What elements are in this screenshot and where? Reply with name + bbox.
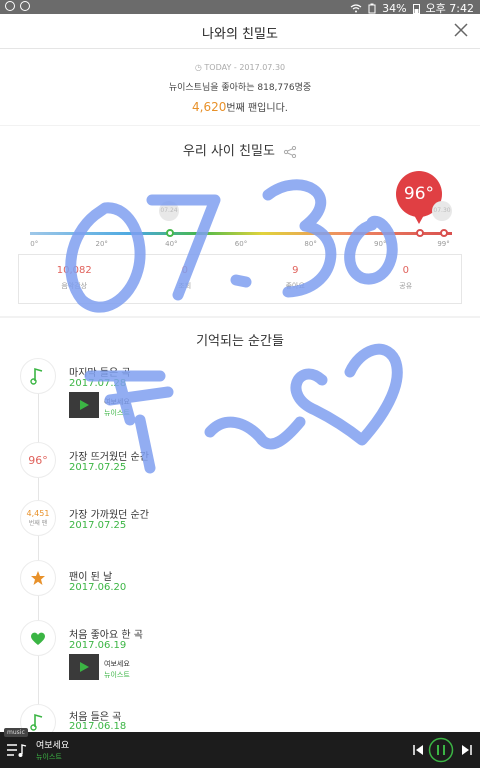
fan-count-line: 뉴이스트님을 좋아하는 818,776명중	[168, 83, 312, 93]
music-tag: music	[4, 728, 28, 737]
ghost-marker: 07.30	[432, 201, 452, 221]
moment-date: 2017.06.20	[69, 582, 127, 593]
share-icon[interactable]	[283, 145, 297, 158]
heart-icon	[31, 632, 45, 645]
play-icon	[80, 400, 89, 410]
thumb-artist: 뉴이스트	[104, 409, 130, 417]
today-date: ◷ TODAY - 2017.07.30	[194, 63, 286, 72]
moment-badge: 96°	[20, 442, 56, 478]
player-song-title: 여보세요	[36, 741, 70, 751]
moment-label: 가장 가까웠던 순간	[69, 510, 149, 521]
fan-summary: ◷ TODAY - 2017.07.30 뉴이스트님을 좋아하는 818,776…	[0, 49, 480, 125]
header: 나와의 친밀도	[0, 14, 480, 49]
thumb-artist: 뉴이스트	[104, 671, 130, 679]
tick-label: 40°	[165, 240, 178, 248]
moment-label: 처음 좋아요 한 곡	[69, 630, 143, 641]
moment-date: 2017.06.19	[69, 640, 127, 651]
stat-likes: 9 좋아요	[285, 265, 305, 290]
battery-icon	[412, 3, 420, 14]
bar-ticks: 0° 20° 40° 60° 80° 90° 99°	[30, 240, 452, 250]
moments-section: 기억되는 순간들 마지막 들은 곡 2017.07.28 여보세요 뉴이스트 9…	[0, 318, 480, 740]
stat-shares: 0 공유	[399, 265, 413, 290]
player-artist: 뉴이스트	[36, 753, 62, 761]
timeline-line	[38, 376, 39, 736]
stats-panel: 10,082 음악감상 0 조회 9 좋아요 0 공유	[18, 254, 462, 304]
status-bar: 34% 오후 7:42	[0, 0, 480, 15]
moment-badge	[20, 358, 56, 394]
mini-player[interactable]: music 여보세요 뉴이스트	[0, 728, 480, 768]
fan-rank-number: 4,620	[192, 100, 227, 114]
page-title: 나와의 친밀도	[202, 27, 278, 42]
closeness-bar	[30, 232, 452, 235]
thumb-song-title: 여보세요	[104, 660, 130, 668]
bar-marker	[166, 229, 174, 237]
album-thumbnail[interactable]	[69, 392, 99, 418]
tick-label: 99°	[437, 240, 450, 248]
gauge-heading: 우리 사이 친밀도	[0, 140, 480, 159]
thumb-song-title: 여보세요	[104, 398, 130, 406]
bar-marker	[416, 229, 424, 237]
star-icon	[31, 571, 45, 585]
play-icon	[80, 662, 89, 672]
fan-rank-line: 4,620번째 팬입니다.	[192, 100, 288, 114]
tick-label: 20°	[95, 240, 108, 248]
tick-label: 0°	[30, 240, 39, 248]
moment-badge: 4,451 번째 팬	[20, 500, 56, 536]
ghost-marker: 07.24	[159, 201, 179, 221]
battery-percent: 34%	[382, 1, 407, 15]
moment-badge	[20, 560, 56, 596]
tick-label: 90°	[374, 240, 387, 248]
moment-date: 2017.07.28	[69, 378, 127, 389]
pause-icon[interactable]	[428, 737, 454, 763]
album-thumbnail[interactable]	[69, 654, 99, 680]
closeness-gauge-section: 우리 사이 친밀도 96° 07.24 07.30 0° 20° 40° 60°…	[0, 126, 480, 316]
tick-label: 60°	[234, 240, 248, 248]
stat-listen: 10,082 음악감상	[56, 265, 92, 290]
prev-icon[interactable]	[412, 744, 424, 756]
wifi-icon	[350, 4, 362, 13]
tick-label: 80°	[304, 240, 317, 248]
moment-badge	[20, 620, 56, 656]
moment-label: 팬이 된 날	[69, 572, 113, 583]
moments-heading: 기억되는 순간들	[196, 334, 284, 349]
stat-views: 0 조회	[178, 265, 192, 290]
next-icon[interactable]	[461, 744, 473, 756]
moment-date: 2017.06.18	[69, 721, 127, 732]
music-note-icon	[30, 713, 43, 731]
moment-date: 2017.07.25	[69, 462, 127, 473]
moment-date: 2017.07.25	[69, 520, 127, 531]
moment-label: 마지막 들은 곡	[69, 368, 131, 379]
close-icon[interactable]	[452, 21, 470, 39]
moment-label: 가장 뜨거웠던 순간	[69, 452, 149, 463]
music-note-icon	[30, 367, 43, 385]
compass-icon	[20, 1, 30, 11]
playlist-icon[interactable]	[6, 742, 28, 760]
signal-icon	[368, 3, 376, 13]
bar-marker	[440, 229, 448, 237]
status-left-icons	[5, 1, 30, 11]
notification-icon	[5, 1, 15, 11]
